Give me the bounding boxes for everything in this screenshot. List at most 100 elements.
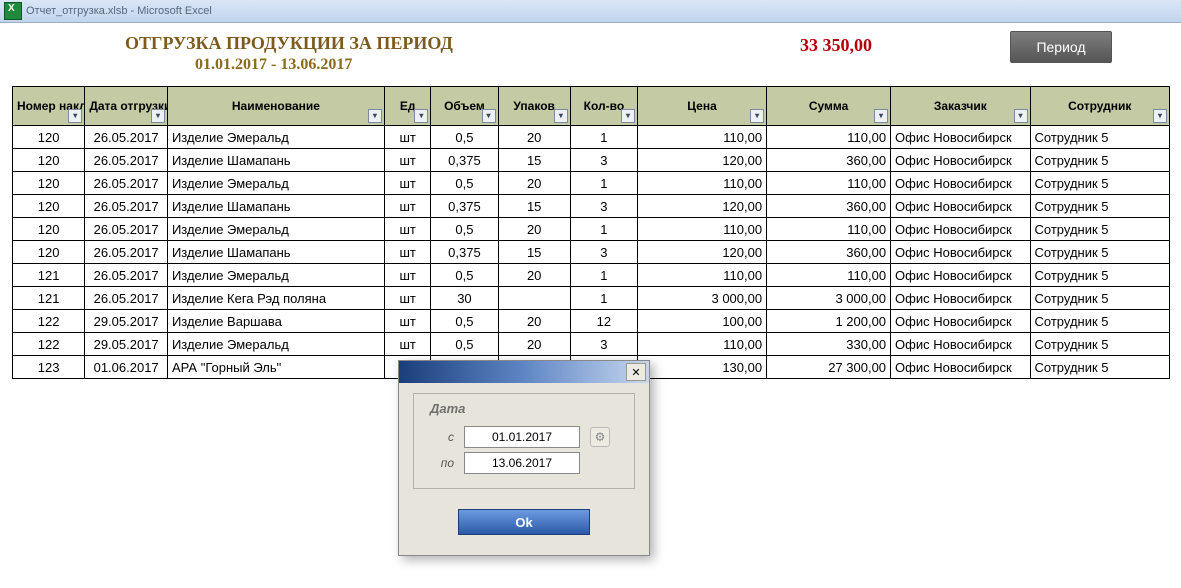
cell[interactable]: 123	[13, 356, 85, 379]
date-to-input[interactable]	[464, 452, 580, 474]
cell[interactable]: 110,00	[637, 126, 766, 149]
cell[interactable]: 12	[570, 310, 637, 333]
cell[interactable]: 110,00	[767, 126, 891, 149]
cell[interactable]: 26.05.2017	[85, 149, 168, 172]
cell[interactable]: Офис Новосибирск	[891, 195, 1030, 218]
cell[interactable]: Сотрудник 5	[1030, 241, 1170, 264]
filter-dropdown-icon[interactable]: ▾	[554, 109, 568, 123]
cell[interactable]: 130,00	[637, 356, 766, 379]
cell[interactable]: Офис Новосибирск	[891, 149, 1030, 172]
column-header[interactable]: Дата отгрузки▾	[85, 87, 168, 126]
cell[interactable]: Сотрудник 5	[1030, 310, 1170, 333]
cell[interactable]: Изделие Шамапань	[167, 195, 384, 218]
cell[interactable]: 26.05.2017	[85, 241, 168, 264]
cell[interactable]: 26.05.2017	[85, 218, 168, 241]
filter-dropdown-icon[interactable]: ▾	[1014, 109, 1028, 123]
cell[interactable]: 30	[431, 287, 498, 310]
cell[interactable]: Офис Новосибирск	[891, 356, 1030, 379]
cell[interactable]: Офис Новосибирск	[891, 287, 1030, 310]
ok-button[interactable]: Ok	[458, 509, 590, 535]
cell[interactable]: 1	[570, 287, 637, 310]
cell[interactable]: 120	[13, 218, 85, 241]
cell[interactable]: Сотрудник 5	[1030, 287, 1170, 310]
cell[interactable]: 3	[570, 333, 637, 356]
cell[interactable]: 15	[498, 195, 570, 218]
cell[interactable]: шт	[384, 172, 430, 195]
cell[interactable]: 120,00	[637, 149, 766, 172]
cell[interactable]: 26.05.2017	[85, 264, 168, 287]
cell[interactable]: 0,5	[431, 310, 498, 333]
cell[interactable]: 360,00	[767, 195, 891, 218]
cell[interactable]: 330,00	[767, 333, 891, 356]
filter-dropdown-icon[interactable]: ▾	[621, 109, 635, 123]
cell[interactable]: 3	[570, 241, 637, 264]
cell[interactable]: шт	[384, 333, 430, 356]
cell[interactable]: 110,00	[637, 264, 766, 287]
cell[interactable]: 0,5	[431, 218, 498, 241]
column-header[interactable]: Цена▾	[637, 87, 766, 126]
cell[interactable]: 20	[498, 172, 570, 195]
filter-dropdown-icon[interactable]: ▾	[414, 109, 428, 123]
cell[interactable]: 01.06.2017	[85, 356, 168, 379]
cell[interactable]: 110,00	[637, 333, 766, 356]
cell[interactable]: 0,5	[431, 126, 498, 149]
cell[interactable]: шт	[384, 149, 430, 172]
cell[interactable]: 0,375	[431, 195, 498, 218]
cell[interactable]: 20	[498, 218, 570, 241]
cell[interactable]: Изделие Кега Рэд поляна	[167, 287, 384, 310]
table-row[interactable]: 12026.05.2017Изделие Эмеральдшт0,5201110…	[13, 218, 1170, 241]
cell[interactable]: 122	[13, 333, 85, 356]
column-header[interactable]: Упаков▾	[498, 87, 570, 126]
cell[interactable]: 3	[570, 149, 637, 172]
table-row[interactable]: 12026.05.2017Изделие Шамапаньшт0,3751531…	[13, 195, 1170, 218]
cell[interactable]: Изделие Эмеральд	[167, 333, 384, 356]
cell[interactable]: Офис Новосибирск	[891, 310, 1030, 333]
filter-dropdown-icon[interactable]: ▾	[874, 109, 888, 123]
cell[interactable]: 1	[570, 264, 637, 287]
cell[interactable]: Офис Новосибирск	[891, 126, 1030, 149]
cell[interactable]: 1 200,00	[767, 310, 891, 333]
cell[interactable]: 26.05.2017	[85, 195, 168, 218]
cell[interactable]: 360,00	[767, 241, 891, 264]
cell[interactable]: 3 000,00	[767, 287, 891, 310]
cell[interactable]: шт	[384, 195, 430, 218]
filter-dropdown-icon[interactable]: ▾	[68, 109, 82, 123]
cell[interactable]: 0,5	[431, 333, 498, 356]
column-header[interactable]: Сотрудник▾	[1030, 87, 1170, 126]
cell[interactable]: 26.05.2017	[85, 172, 168, 195]
cell[interactable]: 29.05.2017	[85, 310, 168, 333]
dialog-titlebar[interactable]: ✕	[399, 361, 649, 383]
cell[interactable]: Сотрудник 5	[1030, 356, 1170, 379]
cell[interactable]: 121	[13, 264, 85, 287]
cell[interactable]: Изделие Эмеральд	[167, 218, 384, 241]
cell[interactable]: шт	[384, 126, 430, 149]
table-row[interactable]: 12026.05.2017Изделие Эмеральдшт0,5201110…	[13, 172, 1170, 195]
cell[interactable]: Сотрудник 5	[1030, 333, 1170, 356]
column-header[interactable]: Кол-во▾	[570, 87, 637, 126]
cell[interactable]: 0,5	[431, 264, 498, 287]
cell[interactable]: Сотрудник 5	[1030, 264, 1170, 287]
cell[interactable]: 29.05.2017	[85, 333, 168, 356]
cell[interactable]: 120	[13, 126, 85, 149]
column-header[interactable]: Заказчик▾	[891, 87, 1030, 126]
cell[interactable]: 120	[13, 241, 85, 264]
table-row[interactable]: 12126.05.2017Изделие Эмеральдшт0,5201110…	[13, 264, 1170, 287]
cell[interactable]: 0,5	[431, 172, 498, 195]
date-from-input[interactable]	[464, 426, 580, 448]
cell[interactable]: 15	[498, 149, 570, 172]
cell[interactable]: шт	[384, 264, 430, 287]
cell[interactable]: 15	[498, 241, 570, 264]
filter-dropdown-icon[interactable]: ▾	[1153, 109, 1167, 123]
cell[interactable]: 0,375	[431, 149, 498, 172]
table-row[interactable]: 12229.05.2017Изделие Варшавашт0,52012100…	[13, 310, 1170, 333]
cell[interactable]: 3 000,00	[637, 287, 766, 310]
cell[interactable]: 0,375	[431, 241, 498, 264]
gear-icon[interactable]: ⚙	[590, 427, 610, 447]
cell[interactable]: Изделие Эмеральд	[167, 126, 384, 149]
cell[interactable]: 120,00	[637, 195, 766, 218]
cell[interactable]	[498, 287, 570, 310]
table-row[interactable]: 12026.05.2017Изделие Шамапаньшт0,3751531…	[13, 149, 1170, 172]
cell[interactable]: 27 300,00	[767, 356, 891, 379]
cell[interactable]: Офис Новосибирск	[891, 241, 1030, 264]
column-header[interactable]: Номер накладн▾	[13, 87, 85, 126]
